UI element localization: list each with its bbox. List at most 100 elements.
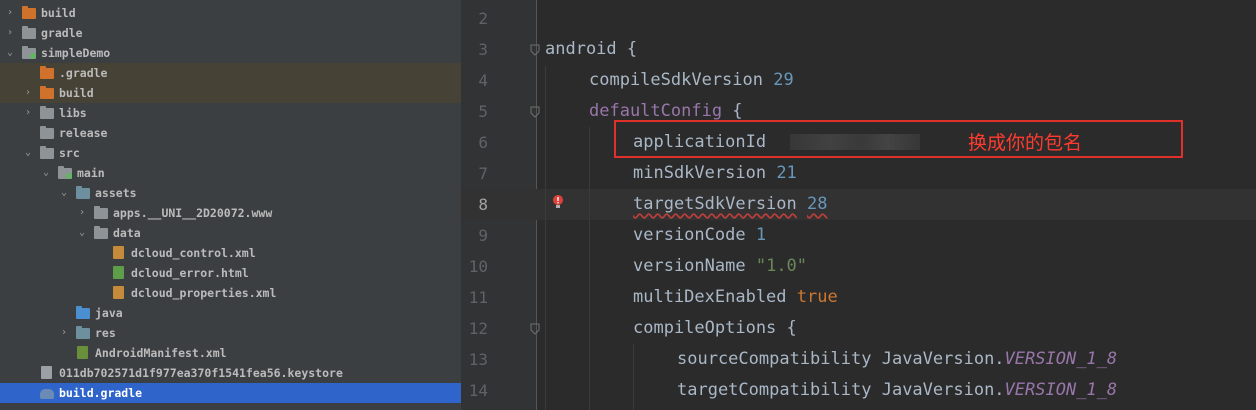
code-line-3: android { bbox=[545, 39, 638, 59]
tree-item[interactable]: › gradle bbox=[0, 23, 461, 43]
tree-item-label: main bbox=[77, 166, 105, 180]
tree-item-label: release bbox=[59, 126, 108, 140]
folder-gray-icon bbox=[40, 106, 54, 120]
tree-item[interactable]: › build bbox=[0, 3, 461, 23]
tree-item[interactable]: ⌄ data bbox=[0, 223, 461, 243]
line-number: 14 bbox=[468, 381, 488, 400]
tree-item[interactable]: AndroidManifest.xml bbox=[0, 343, 461, 363]
tree-item-label: 011db702571d1f977ea370f1541fea56.keystor… bbox=[59, 366, 343, 380]
line-number: 4 bbox=[478, 71, 488, 90]
tree-item[interactable]: › build bbox=[0, 83, 461, 103]
tree-item-label: res bbox=[95, 326, 116, 340]
chevron-down-icon[interactable]: ⌄ bbox=[58, 183, 70, 203]
tree-item[interactable]: java bbox=[0, 303, 461, 323]
chevron-down-icon[interactable]: ⌄ bbox=[22, 143, 34, 163]
indent-guide bbox=[633, 344, 634, 410]
folder-gray-icon bbox=[40, 146, 54, 160]
chevron-right-icon[interactable]: › bbox=[4, 3, 16, 23]
code-line-10: versionName "1.0" bbox=[633, 256, 808, 276]
chevron-right-icon[interactable]: › bbox=[4, 23, 16, 43]
line-number: 3 bbox=[478, 40, 488, 59]
chevron-right-icon[interactable]: › bbox=[22, 103, 34, 123]
tree-item-label: simpleDemo bbox=[41, 46, 111, 60]
tree-item-label: dcloud_control.xml bbox=[131, 246, 256, 260]
code-line-13: sourceCompatibility JavaVersion.VERSION_… bbox=[677, 349, 1118, 369]
chevron-down-icon[interactable]: ⌄ bbox=[40, 163, 52, 183]
tree-item[interactable]: ⌄ simpleDemo bbox=[0, 43, 461, 63]
tree-item-label: dcloud_error.html bbox=[131, 266, 249, 280]
line-number: 9 bbox=[478, 226, 488, 245]
annotation-box bbox=[614, 120, 1183, 158]
line-number: 6 bbox=[478, 133, 488, 152]
fold-marker-icon[interactable] bbox=[530, 44, 540, 56]
line-number: 7 bbox=[478, 164, 488, 183]
folder-gray-icon bbox=[94, 226, 108, 240]
line-number: 2 bbox=[478, 9, 488, 28]
chevron-right-icon[interactable]: › bbox=[22, 83, 34, 103]
tree-item-label: .gradle bbox=[59, 66, 108, 80]
folder-orange-icon bbox=[22, 6, 36, 20]
chevron-right-icon[interactable]: › bbox=[58, 323, 70, 343]
tree-item-label: data bbox=[113, 226, 141, 240]
tree-item[interactable]: › apps.__UNI__2D20072.www bbox=[0, 203, 461, 223]
annotation-text: 换成你的包名 bbox=[968, 132, 1083, 154]
code-line-8: targetSdkVersion 28 bbox=[633, 194, 828, 214]
tree-item-label: dcloud_properties.xml bbox=[131, 286, 277, 300]
tree-item-label: java bbox=[95, 306, 123, 320]
tree-item[interactable]: .gradle bbox=[0, 63, 461, 83]
warning-bulb-icon[interactable] bbox=[552, 194, 564, 210]
tree-item-label: build bbox=[41, 6, 76, 20]
folder-gray-icon bbox=[40, 126, 54, 140]
code-line-4: compileSdkVersion 29 bbox=[589, 70, 794, 90]
tree-item[interactable]: ⌄ assets bbox=[0, 183, 461, 203]
current-line-highlight bbox=[461, 189, 1256, 220]
line-number: 13 bbox=[468, 350, 488, 369]
folder-gray-icon bbox=[94, 206, 108, 220]
tree-item-label: assets bbox=[95, 186, 137, 200]
folder-resources-icon bbox=[76, 186, 90, 200]
folder-source-icon bbox=[58, 166, 72, 180]
tree-item-label: build bbox=[59, 86, 94, 100]
html-file-icon bbox=[112, 266, 126, 280]
tree-item[interactable]: dcloud_properties.xml bbox=[0, 283, 461, 303]
tree-item-label: build.gradle bbox=[59, 386, 143, 400]
code-line-11: multiDexEnabled true bbox=[633, 287, 838, 307]
tree-item[interactable]: release bbox=[0, 123, 461, 143]
line-number: 12 bbox=[468, 319, 488, 338]
fold-marker-icon[interactable] bbox=[530, 106, 540, 118]
keystore-file-icon bbox=[40, 366, 54, 380]
project-tree: › build › gradle ⌄ simpleDemo .gradle › build › li… bbox=[0, 0, 461, 410]
code-line-7: minSdkVersion 21 bbox=[633, 163, 797, 183]
indent-guide bbox=[589, 127, 590, 410]
line-number: 8 bbox=[478, 195, 488, 214]
tree-item[interactable]: › res bbox=[0, 323, 461, 343]
folder-blue-icon bbox=[76, 306, 90, 320]
tree-item[interactable]: dcloud_control.xml bbox=[0, 243, 461, 263]
tree-item[interactable]: build.gradle bbox=[0, 383, 461, 403]
line-number: 11 bbox=[468, 288, 488, 307]
tree-item[interactable]: › libs bbox=[0, 103, 461, 123]
folder-orange-icon bbox=[40, 66, 54, 80]
tree-item[interactable]: ⌄ main bbox=[0, 163, 461, 183]
xml-file-icon bbox=[112, 286, 126, 300]
folder-resources-icon bbox=[76, 326, 90, 340]
tree-item-label: AndroidManifest.xml bbox=[95, 346, 227, 360]
chevron-right-icon[interactable]: › bbox=[76, 203, 88, 223]
fold-marker-icon[interactable] bbox=[530, 323, 540, 335]
tree-item[interactable]: 011db702571d1f977ea370f1541fea56.keystor… bbox=[0, 363, 461, 383]
tree-item[interactable]: ⌄ src bbox=[0, 143, 461, 163]
indent-guide bbox=[545, 66, 546, 410]
tree-item-label: src bbox=[59, 146, 80, 160]
gradle-file-icon bbox=[40, 386, 54, 400]
tree-item[interactable]: dcloud_error.html bbox=[0, 263, 461, 283]
folder-orange-icon bbox=[40, 86, 54, 100]
manifest-file-icon bbox=[76, 346, 90, 360]
line-number: 5 bbox=[478, 102, 488, 121]
code-line-12: compileOptions { bbox=[633, 318, 797, 338]
chevron-down-icon[interactable]: ⌄ bbox=[76, 223, 88, 243]
line-number: 10 bbox=[468, 257, 488, 276]
chevron-down-icon[interactable]: ⌄ bbox=[4, 43, 16, 63]
code-line-9: versionCode 1 bbox=[633, 225, 767, 245]
tree-item-label: gradle bbox=[41, 26, 83, 40]
folder-gray-icon bbox=[22, 26, 36, 40]
